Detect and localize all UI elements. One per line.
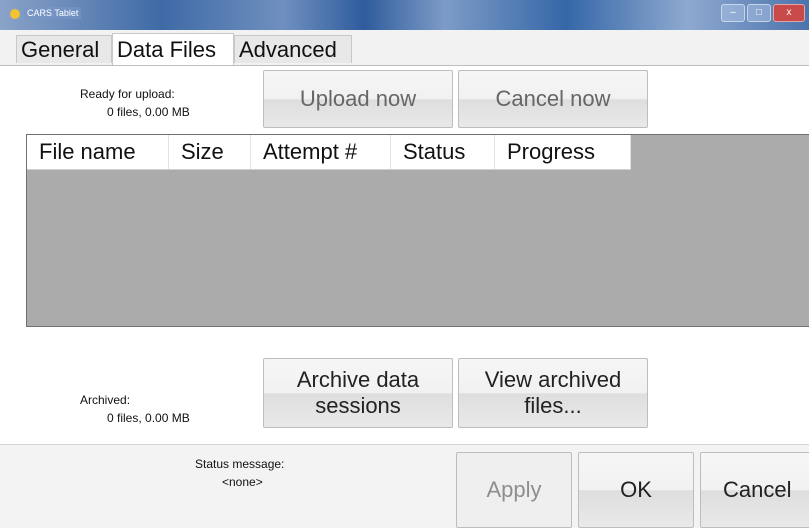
column-header-size[interactable]: Size xyxy=(169,135,251,169)
ok-button[interactable]: OK xyxy=(578,452,694,528)
archived-count: 0 files, 0.00 MB xyxy=(107,411,190,425)
tab-general[interactable]: General xyxy=(16,35,112,63)
window-controls: – □ x xyxy=(721,4,805,22)
window-title: CARS Tablet xyxy=(24,7,82,19)
ready-for-upload-count: 0 files, 0.00 MB xyxy=(107,105,190,119)
status-message-label: Status message: xyxy=(195,457,285,471)
close-button[interactable]: x xyxy=(773,4,805,22)
column-header-file-name[interactable]: File name xyxy=(27,135,169,169)
column-header-status[interactable]: Status xyxy=(391,135,495,169)
apply-button[interactable]: Apply xyxy=(456,452,572,528)
view-archived-files-button[interactable]: View archived files... xyxy=(458,358,648,428)
archived-label: Archived: xyxy=(80,393,131,407)
tab-data-files[interactable]: Data Files xyxy=(112,33,234,65)
upload-now-button[interactable]: Upload now xyxy=(263,70,453,128)
table-header: File name Size Attempt # Status Progress xyxy=(27,135,631,170)
archive-data-sessions-button[interactable]: Archive data sessions xyxy=(263,358,453,428)
minimize-button[interactable]: – xyxy=(721,4,745,22)
status-message-value: <none> xyxy=(222,475,263,489)
tab-bar: General Data Files Advanced xyxy=(0,30,809,66)
ready-for-upload-label: Ready for upload: xyxy=(80,87,175,101)
column-header-progress[interactable]: Progress xyxy=(495,135,631,169)
data-files-table[interactable]: File name Size Attempt # Status Progress xyxy=(26,134,809,327)
tab-advanced[interactable]: Advanced xyxy=(234,35,352,63)
maximize-button[interactable]: □ xyxy=(747,4,771,22)
cancel-button[interactable]: Cancel xyxy=(700,452,809,528)
column-header-attempt[interactable]: Attempt # xyxy=(251,135,391,169)
app-icon xyxy=(10,9,20,19)
title-bar: CARS Tablet – □ x xyxy=(0,0,809,30)
cancel-now-button[interactable]: Cancel now xyxy=(458,70,648,128)
